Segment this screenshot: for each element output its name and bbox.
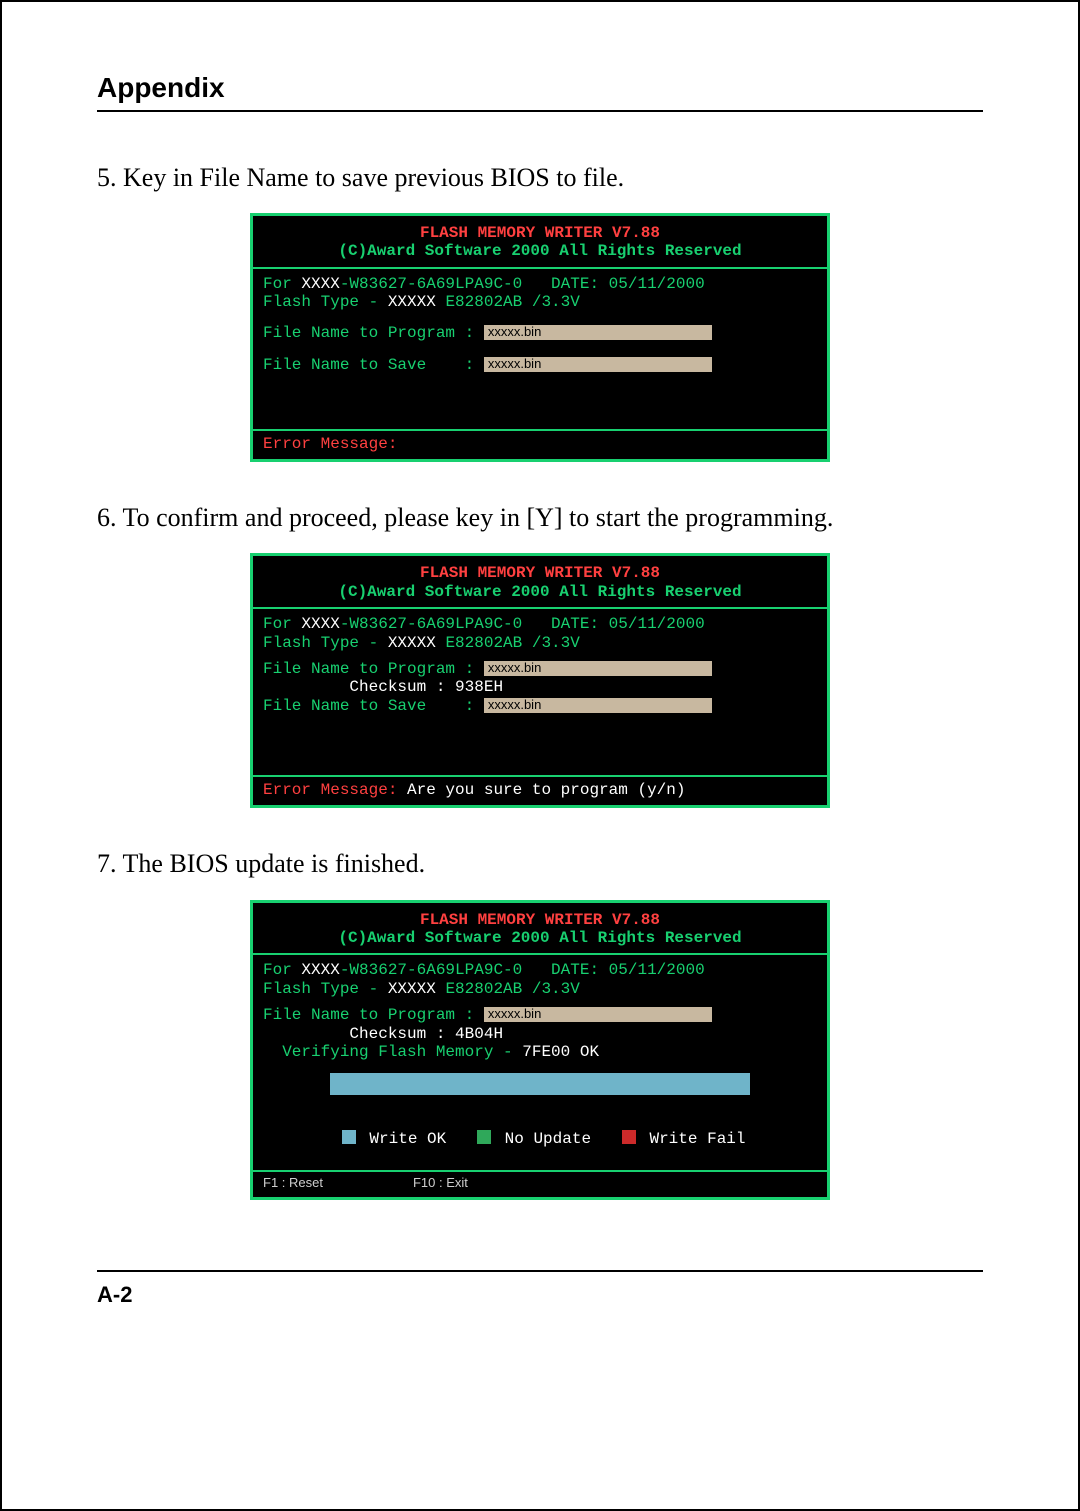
error-label: Error Message: — [263, 781, 397, 799]
verify-label: Verifying Flash Memory - — [263, 1043, 522, 1061]
filename-program-input[interactable]: xxxxx.bin — [484, 1007, 712, 1022]
filename-save-label: File Name to Save : — [263, 356, 484, 374]
date-value: 05/11/2000 — [609, 961, 705, 979]
flash-chip: E82802AB /3.3V — [445, 634, 579, 652]
filename-program-label: File Name to Program : — [263, 660, 484, 678]
for-label: For — [263, 615, 301, 633]
date-label: DATE: — [522, 615, 608, 633]
for-id: -W83627-6A69LPA9C-0 — [340, 961, 522, 979]
bios-screenshot-1: FLASH MEMORY WRITER V7.88 (C)Award Softw… — [250, 213, 830, 462]
screenshot-title: FLASH MEMORY WRITER V7.88 — [261, 564, 819, 582]
flash-type-label: Flash Type - — [263, 980, 388, 998]
step-5-text: 5. Key in File Name to save previous BIO… — [97, 160, 983, 195]
no-update-swatch-icon — [477, 1130, 491, 1144]
filename-program-label: File Name to Program : — [263, 324, 484, 342]
flash-xxxxx: XXXXX — [388, 980, 446, 998]
write-fail-label: Write Fail — [640, 1130, 746, 1148]
checksum-value: 938EH — [455, 678, 503, 696]
bios-screenshot-2: FLASH MEMORY WRITER V7.88 (C)Award Softw… — [250, 553, 830, 808]
filename-save-input[interactable]: xxxxx.bin — [484, 357, 712, 372]
f10-exit-hint: F10 : Exit — [413, 1175, 468, 1190]
flash-xxxxx: XXXXX — [388, 634, 446, 652]
document-page: Appendix 5. Key in File Name to save pre… — [0, 0, 1080, 1511]
flash-xxxxx: XXXXX — [388, 293, 446, 311]
flash-type-label: Flash Type - — [263, 293, 388, 311]
date-label: DATE: — [522, 275, 608, 293]
f1-reset-hint: F1 : Reset — [263, 1175, 323, 1190]
for-xxxx: XXXX — [301, 961, 339, 979]
for-id: -W83627-6A69LPA9C-0 — [340, 615, 522, 633]
for-xxxx: XXXX — [301, 615, 339, 633]
write-fail-swatch-icon — [622, 1130, 636, 1144]
screenshot-copyright: (C)Award Software 2000 All Rights Reserv… — [261, 929, 819, 947]
step-6-text: 6. To confirm and proceed, please key in… — [97, 500, 983, 535]
screenshot-copyright: (C)Award Software 2000 All Rights Reserv… — [261, 242, 819, 260]
date-label: DATE: — [522, 961, 608, 979]
checksum-label: Checksum : — [263, 678, 455, 696]
for-xxxx: XXXX — [301, 275, 339, 293]
screenshot-copyright: (C)Award Software 2000 All Rights Reserv… — [261, 583, 819, 601]
section-heading: Appendix — [97, 72, 983, 112]
progress-bar — [330, 1073, 750, 1095]
filename-save-label: File Name to Save : — [263, 697, 484, 715]
flash-chip: E82802AB /3.3V — [445, 293, 579, 311]
step-7-text: 7. The BIOS update is finished. — [97, 846, 983, 881]
checksum-label: Checksum : — [263, 1025, 455, 1043]
for-id: -W83627-6A69LPA9C-0 — [340, 275, 522, 293]
screenshot-title: FLASH MEMORY WRITER V7.88 — [261, 224, 819, 242]
filename-program-input[interactable]: xxxxx.bin — [484, 661, 712, 676]
legend-row: Write OK No Update Write Fail — [253, 1109, 827, 1170]
error-message: Are you sure to program (y/n) — [397, 781, 685, 799]
error-label: Error Message: — [263, 435, 397, 453]
write-ok-swatch-icon — [342, 1130, 356, 1144]
filename-program-label: File Name to Program : — [263, 1006, 484, 1024]
flash-type-label: Flash Type - — [263, 634, 388, 652]
flash-chip: E82802AB /3.3V — [445, 980, 579, 998]
filename-program-input[interactable]: xxxxx.bin — [484, 325, 712, 340]
bios-screenshot-3: FLASH MEMORY WRITER V7.88 (C)Award Softw… — [250, 900, 830, 1201]
checksum-value: 4B04H — [455, 1025, 503, 1043]
no-update-label: No Update — [495, 1130, 591, 1148]
page-number: A-2 — [97, 1282, 132, 1307]
date-value: 05/11/2000 — [609, 615, 705, 633]
verify-value: 7FE00 OK — [522, 1043, 599, 1061]
date-value: 05/11/2000 — [609, 275, 705, 293]
filename-save-input[interactable]: xxxxx.bin — [484, 698, 712, 713]
page-footer: A-2 — [97, 1270, 983, 1308]
for-label: For — [263, 961, 301, 979]
for-label: For — [263, 275, 301, 293]
screenshot-title: FLASH MEMORY WRITER V7.88 — [261, 911, 819, 929]
write-ok-label: Write OK — [360, 1130, 446, 1148]
